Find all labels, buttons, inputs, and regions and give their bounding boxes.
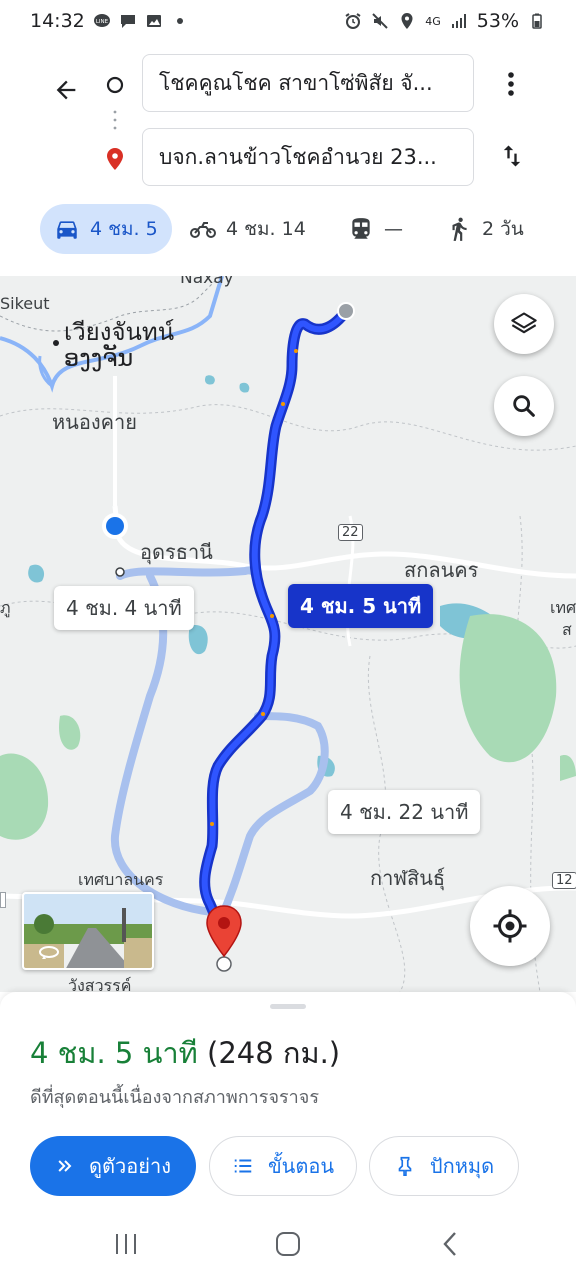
travel-mode-tabs: 4 ชม. 5 4 ชม. 14 — 2 วัน	[0, 204, 576, 256]
map-label-naxay: Naxay	[180, 276, 234, 288]
map-label-sikeut: Sikeut	[0, 294, 50, 313]
route-reason: ดีที่สุดตอนนี้เนื่องจากสภาพการจราจร	[30, 1087, 319, 1108]
network-type: 4G	[425, 14, 441, 28]
tab-motorcycle[interactable]: 4 ชม. 14	[190, 204, 306, 254]
preview-button[interactable]: ดูตัวอย่าง	[30, 1136, 196, 1196]
layers-icon	[511, 312, 537, 334]
rotate-360-icon	[39, 946, 59, 959]
mute-icon	[371, 12, 389, 30]
map-label-thetsaban: เทศบาลนคร	[78, 870, 164, 889]
dot-icon	[171, 12, 189, 30]
back-button[interactable]	[44, 68, 88, 112]
route-distance: (248 กม.)	[207, 1036, 341, 1070]
location-icon	[398, 12, 416, 30]
route-summary-sheet: 4 ชม. 5 นาที (248 กม.) ดีที่สุดตอนนี้เนื…	[0, 992, 576, 1208]
more-vert-icon	[508, 72, 514, 96]
gallery-icon	[145, 12, 163, 30]
pin-button[interactable]: ปักหมุด	[369, 1136, 519, 1196]
system-nav-bar	[0, 1208, 576, 1280]
route-summary: 4 ชม. 5 นาที (248 กม.)	[30, 1030, 340, 1076]
tab-walk[interactable]: 2 วัน	[446, 204, 524, 254]
walk-icon	[452, 217, 467, 241]
route-connector-icon	[106, 76, 124, 170]
back-nav-button[interactable]	[430, 1226, 470, 1262]
origin-input[interactable]: โชคคูณโชค สาขาโซ่พิสัย จั...	[142, 54, 474, 112]
search-icon	[513, 395, 535, 417]
status-left: 14:32 LINE	[30, 10, 189, 32]
pin-button-label: ปักหมุด	[429, 1154, 495, 1178]
tab-motorcycle-label: 4 ชม. 14	[226, 218, 306, 240]
status-time: 14:32	[30, 10, 85, 32]
directions-header: โชคคูณโชค สาขาโซ่พิสัย จั... บจก.ลานข้าว…	[0, 42, 576, 200]
my-location-button[interactable]	[470, 886, 550, 966]
chat-icon	[119, 12, 137, 30]
tab-car[interactable]: 4 ชม. 5	[40, 204, 172, 254]
map-label-vientiane-sub: ອງງຈັນ	[64, 344, 134, 372]
signal-icon	[450, 12, 468, 30]
double-chevron-icon	[58, 1160, 72, 1172]
steps-button-label: ขั้นตอน	[267, 1154, 334, 1178]
destination-input[interactable]: บจก.ลานข้าวโชคอำนวย 23...	[142, 128, 474, 186]
tab-car-label: 4 ชม. 5	[90, 218, 158, 240]
pin-icon	[398, 1156, 412, 1176]
my-location-icon	[493, 909, 527, 943]
map-label-phu-left: ภู	[0, 598, 11, 617]
steps-button[interactable]: ขั้นตอน	[209, 1136, 357, 1196]
swap-button[interactable]	[490, 134, 534, 178]
train-icon	[352, 218, 370, 239]
map-label-udon: อุดรธานี	[140, 540, 213, 564]
home-button[interactable]	[268, 1226, 308, 1262]
motorcycle-icon	[190, 222, 216, 238]
list-icon	[234, 1159, 252, 1173]
arrow-back-icon	[56, 80, 76, 100]
status-bar: 14:32 LINE 4G 53%	[0, 0, 576, 42]
route-callout-selected[interactable]: 4 ชม. 5 นาที	[288, 584, 434, 628]
swap-vert-icon	[503, 145, 521, 167]
layers-button[interactable]	[494, 294, 554, 354]
car-icon	[57, 221, 77, 239]
battery-icon	[528, 12, 546, 30]
destination-pin-icon	[206, 905, 242, 958]
route-callout-alt2[interactable]: 4 ชม. 22 นาที	[328, 790, 481, 834]
preview-button-label: ดูตัวอย่าง	[89, 1154, 171, 1178]
drag-handle[interactable]	[270, 1004, 306, 1009]
route-callout-alt1[interactable]: 4 ชม. 4 นาที	[54, 586, 194, 630]
route-duration: 4 ชม. 5 นาที	[30, 1036, 198, 1070]
road-shield-12: 12	[552, 872, 576, 889]
tab-transit[interactable]: —	[348, 204, 403, 254]
tab-walk-label: 2 วัน	[482, 218, 524, 240]
more-options-button[interactable]	[494, 62, 528, 106]
road-shield-22: 22	[338, 524, 363, 541]
recent-apps-button[interactable]	[106, 1226, 146, 1262]
svg-text:LINE: LINE	[96, 19, 109, 25]
map-label-sakon: สกลนคร	[404, 558, 479, 582]
street-view-thumbnail[interactable]	[22, 892, 154, 970]
battery-percent: 53%	[476, 10, 519, 32]
map-label-sa-right: ส	[562, 620, 572, 639]
map-edge-marker	[0, 892, 6, 908]
recent-apps-icon	[116, 1234, 136, 1254]
alarm-icon	[344, 12, 362, 30]
status-right: 4G 53%	[344, 10, 546, 32]
line-app-icon: LINE	[93, 12, 111, 30]
chevron-left-icon	[443, 1232, 456, 1256]
map-label-kalasin: กาฬสินธุ์	[370, 866, 446, 890]
map-label-wang: วังสวรรค์	[68, 976, 132, 992]
map-view[interactable]: Naxay Sikeut เวียงจันทน์ ອງງຈັນ หนองคาย …	[0, 276, 576, 992]
map-label-nong-khai: หนองคาย	[52, 410, 137, 434]
home-icon	[276, 1232, 300, 1256]
tab-transit-label: —	[384, 218, 403, 240]
search-map-button[interactable]	[494, 376, 554, 436]
